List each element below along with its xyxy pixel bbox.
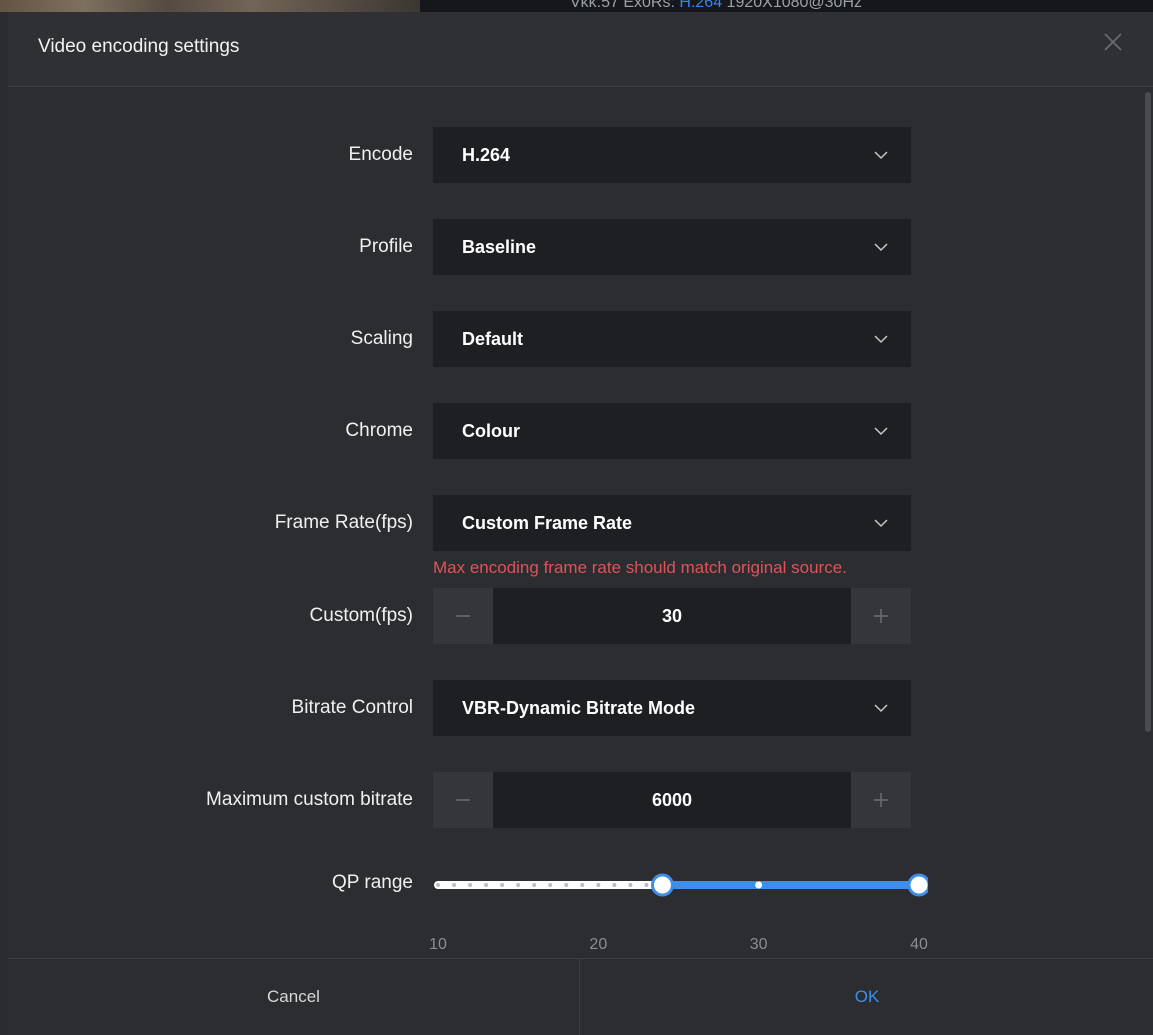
qp-step-dot [452,883,457,887]
max-bitrate-increment-button[interactable] [851,772,911,828]
chrome-select[interactable]: Colour [433,403,911,459]
max-bitrate-value[interactable]: 6000 [493,772,851,828]
max-bitrate-row: Maximum custom bitrate 6000 [8,772,1153,828]
bitrate-control-value: VBR-Dynamic Bitrate Mode [462,698,696,718]
ok-button[interactable]: OK [581,959,1153,1035]
qp-tick-label: 30 [749,936,768,953]
profile-value: Baseline [462,237,537,257]
custom-fps-increment-button[interactable] [851,588,911,644]
qp-step-dot [628,883,633,887]
chevron-down-icon [873,700,889,716]
dialog-header: Video encoding settings [8,12,1153,87]
chrome-value: Colour [462,421,520,441]
qp-step-dot [596,883,601,887]
background-text-link: H.264 [679,0,723,11]
custom-fps-label: Custom(fps) [309,605,413,626]
close-icon[interactable] [1101,30,1125,54]
dialog-footer: Cancel OK [8,958,1153,1035]
chevron-down-icon [873,423,889,439]
frame-rate-label: Frame Rate(fps) [274,512,413,533]
frame-rate-row: Frame Rate(fps) Custom Frame Rate [8,495,1153,551]
qp-step-dot [644,883,649,887]
chrome-row: Chrome Colour [8,403,1153,459]
qp-step-dot [532,883,537,887]
plus-icon [874,609,888,623]
bitrate-control-row: Bitrate Control VBR-Dynamic Bitrate Mode [8,680,1153,736]
qp-step-dot [580,883,585,887]
qp-step-dot [564,883,569,887]
profile-label: Profile [359,236,413,257]
custom-fps-decrement-button[interactable] [433,588,493,644]
background-status-text: Vkk.57 Ex0Rs: H.264 1920X1080@30Hz [570,0,862,12]
qp-tick-label: 10 [429,936,447,953]
custom-fps-row: Custom(fps) 30 [8,588,1153,644]
background-text-suffix: 1920X1080@30Hz [726,0,862,11]
profile-row: Profile Baseline [8,219,1153,275]
scaling-label: Scaling [350,328,413,349]
encode-select[interactable]: H.264 [433,127,911,183]
background-page: Vkk.57 Ex0Rs: H.264 1920X1080@30Hz [0,0,1153,12]
scaling-value: Default [462,329,524,349]
qp-step-dot [500,883,505,887]
minus-icon [456,799,470,801]
bitrate-control-label: Bitrate Control [291,697,413,718]
plus-icon [874,793,888,807]
qp-step-dot [548,883,553,887]
bitrate-control-select[interactable]: VBR-Dynamic Bitrate Mode [433,680,911,736]
frame-rate-warning: Max encoding frame rate should match ori… [433,558,847,577]
frame-rate-value: Custom Frame Rate [462,513,633,533]
qp-range-label: QP range [332,872,413,893]
max-bitrate-label: Maximum custom bitrate [206,789,413,810]
qp-step-dot [468,883,473,887]
video-encoding-dialog: Video encoding settings Encode H.264 Pro… [8,12,1153,1035]
qp-range-track[interactable] [428,872,928,902]
custom-fps-value[interactable]: 30 [493,588,851,644]
background-thumbnail [0,0,420,12]
qp-step-dot [612,883,617,887]
qp-low-handle[interactable] [650,873,674,897]
encode-label: Encode [348,144,413,165]
qp-tick-label: 40 [910,936,928,953]
qp-step-dot [516,883,521,887]
custom-fps-stepper[interactable]: 30 [433,588,911,644]
qp-step-dot [436,883,440,887]
qp-tick-dot [755,881,763,889]
chevron-down-icon [873,239,889,255]
qp-step-dot [484,883,489,887]
encode-row: Encode H.264 [8,127,1153,183]
dialog-title: Video encoding settings [38,36,240,57]
minus-icon [456,615,470,617]
background-text-prefix: Vkk.57 Ex0Rs: [570,0,675,11]
max-bitrate-stepper[interactable]: 6000 [433,772,911,828]
qp-range-slider[interactable]: 10 20 30 40 [428,872,928,953]
profile-select[interactable]: Baseline [433,219,911,275]
chevron-down-icon [873,331,889,347]
encode-value: H.264 [462,145,511,165]
chevron-down-icon [873,515,889,531]
cancel-button[interactable]: Cancel [8,959,580,1035]
qp-tick-label: 20 [589,936,608,953]
qp-high-handle[interactable] [907,873,928,897]
scaling-row: Scaling Default [8,311,1153,367]
chevron-down-icon [873,147,889,163]
scaling-select[interactable]: Default [433,311,911,367]
max-bitrate-decrement-button[interactable] [433,772,493,828]
chrome-label: Chrome [345,420,413,441]
frame-rate-select[interactable]: Custom Frame Rate [433,495,911,551]
